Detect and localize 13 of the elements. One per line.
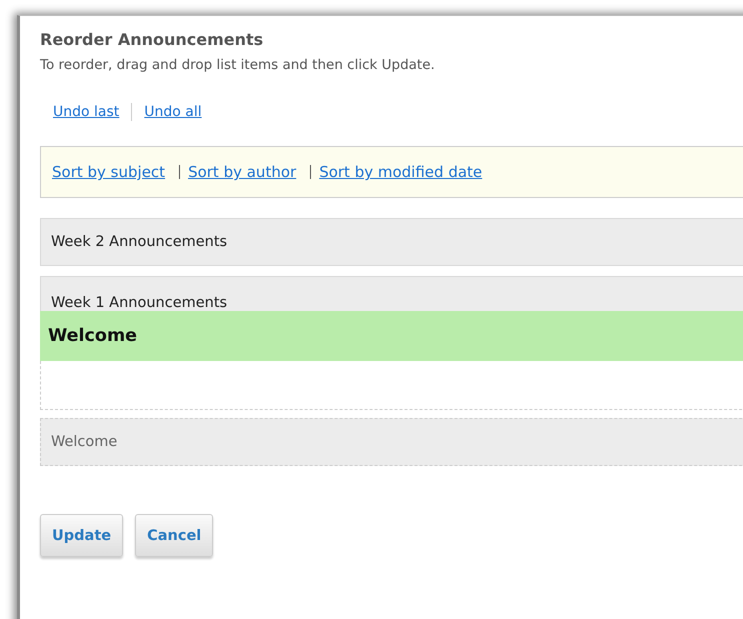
sort-link[interactable]: Sort by author xyxy=(188,163,296,181)
instructions: To reorder, drag and drop list items and then click Update. xyxy=(40,57,436,73)
undo-link[interactable]: Undo all xyxy=(144,104,202,120)
dialog-title: Reorder Announcements xyxy=(40,30,264,49)
sort-link[interactable]: Sort by subject xyxy=(52,163,166,181)
list-item[interactable]: Week 2 Announcements xyxy=(40,218,743,266)
sort-link[interactable]: Sort by modified date xyxy=(319,163,482,181)
action-button[interactable]: Cancel xyxy=(135,514,214,557)
dragged-item[interactable]: Welcome xyxy=(40,311,743,361)
action-button[interactable]: Update xyxy=(40,514,124,557)
undo-link[interactable]: Undo last xyxy=(53,104,120,120)
list-item[interactable]: Week 1 Announcements xyxy=(40,276,743,311)
ghost-item[interactable]: Welcome xyxy=(40,418,743,466)
